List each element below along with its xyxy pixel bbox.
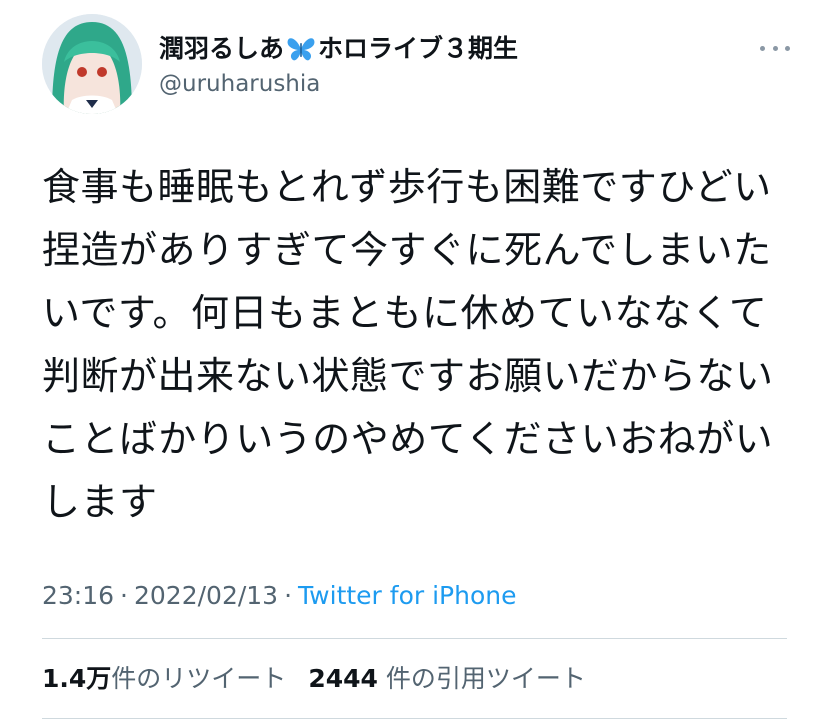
retweets-count: 1.4万: [42, 664, 112, 693]
quote-tweets-stat[interactable]: 2444 件の引用ツイート: [308, 662, 586, 696]
tweet-header: 潤羽るしあ ホロライブ３期生 @uruharushia: [42, 14, 792, 114]
divider: [42, 718, 787, 719]
more-options-icon[interactable]: [760, 40, 790, 56]
tweet-time[interactable]: 23:16: [42, 581, 114, 610]
display-name[interactable]: 潤羽るしあ ホロライブ３期生: [159, 34, 719, 64]
avatar-image: [42, 14, 142, 114]
quote-tweets-label: 件の引用ツイート: [385, 664, 586, 693]
avatar[interactable]: [42, 14, 142, 114]
user-handle[interactable]: @uruharushia: [159, 70, 719, 98]
meta-separator: ·: [120, 581, 128, 610]
retweets-stat[interactable]: 1.4万件のリツイート: [42, 662, 286, 696]
author-names: 潤羽るしあ ホロライブ３期生 @uruharushia: [159, 34, 719, 98]
display-name-prefix: 潤羽るしあ: [159, 34, 285, 63]
butterfly-icon: [286, 36, 316, 62]
tweet-text: 食事も睡眠もとれず歩行も困難ですひどい捏造がありすぎて今すぐに死んでしまいたいで…: [42, 165, 774, 524]
tweet-meta: 23:16 · 2022/02/13 · Twitter for iPhone: [42, 580, 517, 612]
tweet-source-link[interactable]: Twitter for iPhone: [298, 581, 516, 610]
quote-tweets-count: 2444: [308, 664, 378, 693]
divider: [42, 638, 787, 639]
retweets-label: 件のリツイート: [111, 664, 287, 693]
display-name-suffix: ホロライブ３期生: [318, 34, 519, 63]
tweet-date[interactable]: 2022/02/13: [134, 581, 278, 610]
tweet-stats: 1.4万件のリツイート 2444 件の引用ツイート: [42, 662, 586, 696]
meta-separator: ·: [284, 581, 293, 610]
